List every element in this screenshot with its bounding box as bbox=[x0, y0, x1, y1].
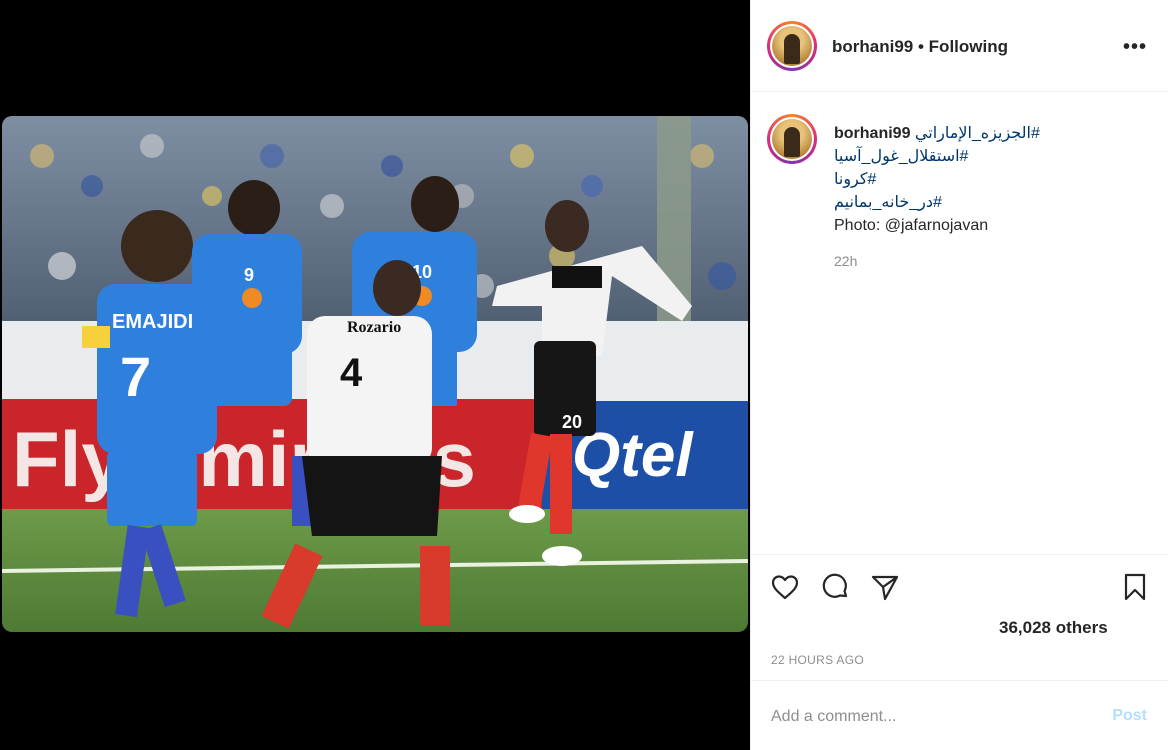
likes-count[interactable]: 36,028 others bbox=[999, 618, 1108, 638]
player-20-number: 20 bbox=[562, 412, 582, 432]
separator-dot: • bbox=[917, 37, 924, 56]
post-media: Fly Emirates Qtel EMAJIDI 7 9 10 Rozario… bbox=[0, 0, 750, 750]
player-4-name: Rozario bbox=[347, 319, 401, 336]
player-4-number: 4 bbox=[340, 351, 363, 395]
author-name-row: borhani99 • Following bbox=[832, 37, 1008, 57]
player-7-number: 7 bbox=[120, 345, 151, 408]
share-icon[interactable] bbox=[869, 571, 901, 603]
author-username[interactable]: borhani99 bbox=[832, 37, 913, 56]
caption-avatar[interactable] bbox=[767, 114, 817, 164]
caption-username[interactable]: borhani99 bbox=[834, 125, 910, 142]
player-7-name: EMAJIDI bbox=[112, 311, 193, 333]
post-comment-button[interactable]: Post bbox=[1112, 707, 1147, 725]
post-timestamp: 22 HOURS AGO bbox=[771, 653, 864, 667]
hashtag-aljazira[interactable]: #الجزيزه_الإماراتي bbox=[915, 125, 1040, 142]
post-side-panel: borhani99 • Following ••• borhani99 #الج… bbox=[750, 0, 1168, 750]
author-avatar[interactable] bbox=[767, 21, 817, 71]
bookmark-icon[interactable] bbox=[1119, 571, 1151, 603]
hashtag-corona[interactable]: #کرونا bbox=[834, 168, 1154, 191]
post-photo[interactable]: Fly Emirates Qtel EMAJIDI 7 9 10 Rozario… bbox=[2, 116, 748, 632]
comment-icon[interactable] bbox=[819, 571, 851, 603]
follow-status[interactable]: Following bbox=[929, 37, 1008, 56]
action-bar: 36,028 others 22 HOURS AGO bbox=[751, 554, 1168, 684]
hashtag-stay-home[interactable]: #در_خانه_بمانیم bbox=[834, 191, 1154, 214]
comment-input[interactable] bbox=[771, 705, 1101, 729]
post-header: borhani99 • Following ••• bbox=[751, 0, 1168, 92]
player-9-number: 9 bbox=[244, 265, 254, 285]
football-photo: Fly Emirates Qtel EMAJIDI 7 9 10 Rozario… bbox=[2, 116, 748, 632]
heart-icon[interactable] bbox=[769, 571, 801, 603]
hashtag-esteghlal[interactable]: #استقلال_غول_آسيا bbox=[834, 145, 1154, 168]
caption-text: borhani99 #الجزيزه_الإماراتي #استقلال_غو… bbox=[834, 122, 1154, 237]
caption-time: 22h bbox=[834, 253, 858, 269]
more-options-icon[interactable]: ••• bbox=[1123, 36, 1147, 59]
comment-row: Post bbox=[751, 680, 1168, 750]
photo-credit: Photo: @jafarnojavan bbox=[834, 217, 989, 234]
